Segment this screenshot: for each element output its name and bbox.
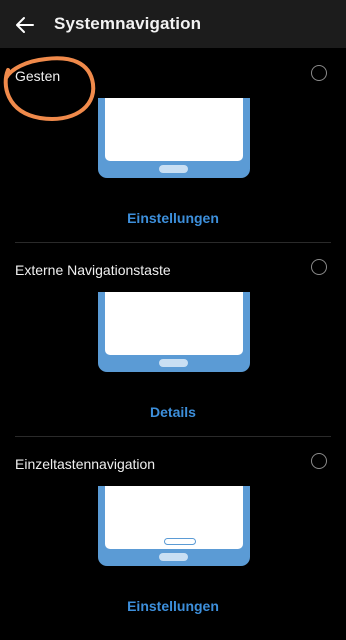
phone-illustration xyxy=(98,98,250,178)
settings-link[interactable]: Einstellungen xyxy=(0,210,346,226)
gesture-bar-icon xyxy=(159,165,188,173)
radio-button[interactable] xyxy=(311,453,327,469)
phone-screen xyxy=(105,486,243,549)
home-button-icon xyxy=(159,553,188,561)
phone-screen xyxy=(105,292,243,355)
option-single-key-nav[interactable]: Einzeltastennavigation Einstellungen xyxy=(0,436,346,630)
details-link[interactable]: Details xyxy=(0,404,346,420)
phone-illustration xyxy=(98,292,250,372)
radio-button[interactable] xyxy=(311,259,327,275)
back-button[interactable] xyxy=(10,10,40,40)
radio-button[interactable] xyxy=(311,65,327,81)
option-label: Externe Navigationstaste xyxy=(15,262,171,278)
home-button-icon xyxy=(159,359,188,367)
option-label: Gesten xyxy=(15,68,61,84)
phone-illustration xyxy=(98,486,250,566)
nav-key-icon xyxy=(164,538,196,545)
settings-link[interactable]: Einstellungen xyxy=(0,598,346,614)
option-external-nav-key[interactable]: Externe Navigationstaste Details xyxy=(0,242,346,436)
option-label: Einzeltastennavigation xyxy=(15,456,156,472)
arrow-left-icon xyxy=(16,17,34,33)
page-title: Systemnavigation xyxy=(54,14,202,33)
phone-screen xyxy=(105,98,243,161)
option-gestures[interactable]: Gesten Einstellungen xyxy=(0,48,346,242)
app-bar: Systemnavigation xyxy=(0,0,346,48)
